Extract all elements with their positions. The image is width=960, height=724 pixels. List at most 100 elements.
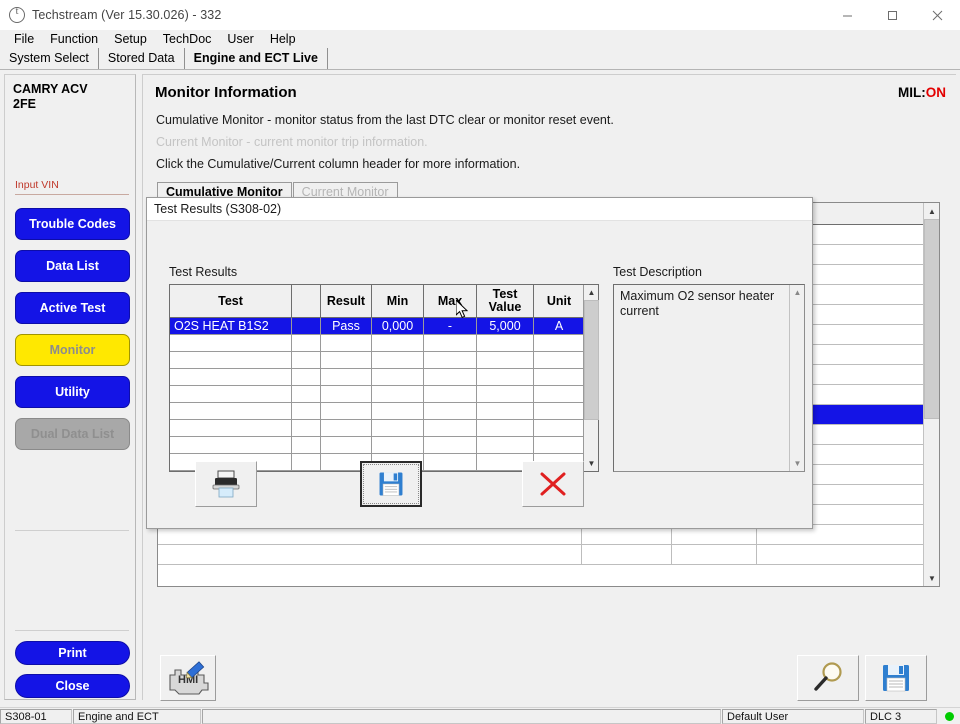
sidebar-button-trouble-codes[interactable]: Trouble Codes	[15, 208, 130, 240]
cell-unit	[534, 420, 584, 436]
close-icon[interactable]	[915, 0, 960, 30]
monitor-cell-summary	[672, 545, 757, 564]
col-header-min[interactable]: Min	[372, 285, 424, 317]
window-title: Techstream (Ver 15.30.026) - 332	[32, 8, 222, 22]
vehicle-name-line1: CAMRY ACV	[13, 82, 88, 96]
test-description-box: Maximum O2 sensor heater current ▲ ▼	[613, 284, 805, 472]
monitor-cell-spare	[757, 545, 925, 564]
col-header-test[interactable]: Test	[170, 285, 292, 317]
menu-file[interactable]: File	[6, 30, 42, 49]
scroll-up-icon[interactable]: ▲	[924, 203, 939, 219]
col-header-unit[interactable]: Unit	[534, 285, 584, 317]
search-tool-button[interactable]	[797, 655, 859, 701]
test-results-row[interactable]	[170, 386, 598, 403]
save-tool-button[interactable]	[865, 655, 927, 701]
sidebar-button-print[interactable]: Print	[15, 641, 130, 665]
sidebar-button-dual-data-list[interactable]: Dual Data List	[15, 418, 130, 450]
vin-divider	[15, 194, 129, 195]
dialog-save-button[interactable]	[360, 461, 422, 507]
test-results-row[interactable]	[170, 437, 598, 454]
tab-engine-and-ect-live[interactable]: Engine and ECT Live	[185, 48, 328, 69]
cell-max: -	[424, 318, 477, 334]
info-line-hint: Click the Cumulative/Current column head…	[156, 157, 521, 171]
cell-blank	[292, 437, 321, 453]
hmi-engine-button[interactable]: HMI	[160, 655, 216, 701]
col-header-test-value[interactable]: Test Value	[477, 285, 534, 317]
description-scrollbar[interactable]: ▲ ▼	[789, 285, 804, 471]
test-results-row[interactable]	[170, 369, 598, 386]
cell-max	[424, 403, 477, 419]
cell-test	[170, 335, 292, 351]
sidebar-button-active-test[interactable]: Active Test	[15, 292, 130, 324]
floppy-save-icon	[883, 665, 909, 692]
cell-result	[321, 403, 372, 419]
dialog-save-focus-ring	[363, 464, 419, 504]
sidebar-button-close[interactable]: Close	[15, 674, 130, 698]
scroll-thumb[interactable]	[924, 219, 939, 419]
cell-blank	[292, 386, 321, 402]
cell-max	[424, 335, 477, 351]
monitor-cell-name	[158, 545, 582, 564]
menu-setup[interactable]: Setup	[106, 30, 155, 49]
sidebar-button-monitor[interactable]: Monitor	[15, 334, 130, 366]
cell-blank	[292, 335, 321, 351]
menu-function[interactable]: Function	[42, 30, 106, 49]
test-results-row[interactable]	[170, 335, 598, 352]
test-scroll-down-icon[interactable]: ▼	[584, 456, 599, 471]
cell-test	[170, 352, 292, 368]
col-header-result[interactable]: Result	[321, 285, 372, 317]
description-scroll-down-icon[interactable]: ▼	[790, 456, 805, 471]
cell-min	[372, 437, 424, 453]
menu-techdoc[interactable]: TechDoc	[155, 30, 220, 49]
tab-stored-data[interactable]: Stored Data	[99, 48, 185, 69]
maximize-icon[interactable]	[870, 0, 915, 30]
cell-test-value	[477, 403, 534, 419]
test-description-label: Test Description	[613, 265, 702, 279]
dialog-close-button[interactable]	[522, 461, 584, 507]
status-indicator	[938, 711, 960, 721]
description-scroll-up-icon[interactable]: ▲	[790, 285, 805, 300]
dialog-print-button[interactable]	[195, 461, 257, 507]
test-results-row[interactable]	[170, 403, 598, 420]
cell-min	[372, 386, 424, 402]
cell-max	[424, 454, 477, 470]
status-user: Default User	[722, 708, 864, 724]
test-scroll-up-icon[interactable]: ▲	[584, 285, 599, 300]
monitor-grid-row[interactable]	[158, 545, 939, 565]
test-scroll-thumb[interactable]	[584, 300, 599, 420]
mil-value: ON	[925, 85, 946, 100]
minimize-icon[interactable]	[825, 0, 870, 30]
sidebar-button-utility[interactable]: Utility	[15, 376, 130, 408]
cell-min	[372, 352, 424, 368]
cell-test-value	[477, 352, 534, 368]
monitor-grid-scrollbar[interactable]: ▲ ▼	[923, 203, 939, 586]
status-message	[202, 708, 721, 724]
cell-unit	[534, 386, 584, 402]
cell-test	[170, 437, 292, 453]
cell-result: Pass	[321, 318, 372, 334]
techstream-window: Techstream (Ver 15.30.026) - 332 File Fu…	[0, 0, 960, 724]
vehicle-name: CAMRY ACV 2FE	[13, 82, 129, 112]
sidebar-button-data-list[interactable]: Data List	[15, 250, 130, 282]
menu-user[interactable]: User	[219, 30, 261, 49]
test-results-row[interactable]	[170, 420, 598, 437]
status-connection: DLC 3	[865, 708, 937, 724]
menu-help[interactable]: Help	[262, 30, 304, 49]
test-results-scrollbar[interactable]: ▲ ▼	[583, 285, 599, 471]
test-description-text: Maximum O2 sensor heater current	[620, 289, 775, 318]
scroll-down-icon[interactable]: ▼	[924, 570, 939, 586]
input-vin-label[interactable]: Input VIN	[15, 179, 59, 191]
cell-blank	[292, 369, 321, 385]
cell-test	[170, 386, 292, 402]
dialog-body: Test Results Test Result Min Max Test Va…	[147, 221, 812, 529]
test-results-row[interactable]	[170, 352, 598, 369]
sidebar-divider-lower	[15, 630, 129, 631]
tab-system-select[interactable]: System Select	[0, 48, 99, 69]
vehicle-name-line2: 2FE	[13, 97, 36, 111]
test-results-row[interactable]: O2S HEAT B1S2 Pass 0,000-5,000 A	[170, 318, 598, 335]
monitor-cell-status	[582, 545, 672, 564]
cell-blank	[292, 420, 321, 436]
col-header-blank[interactable]	[292, 285, 321, 317]
col-header-max[interactable]: Max	[424, 285, 477, 317]
cell-min	[372, 369, 424, 385]
